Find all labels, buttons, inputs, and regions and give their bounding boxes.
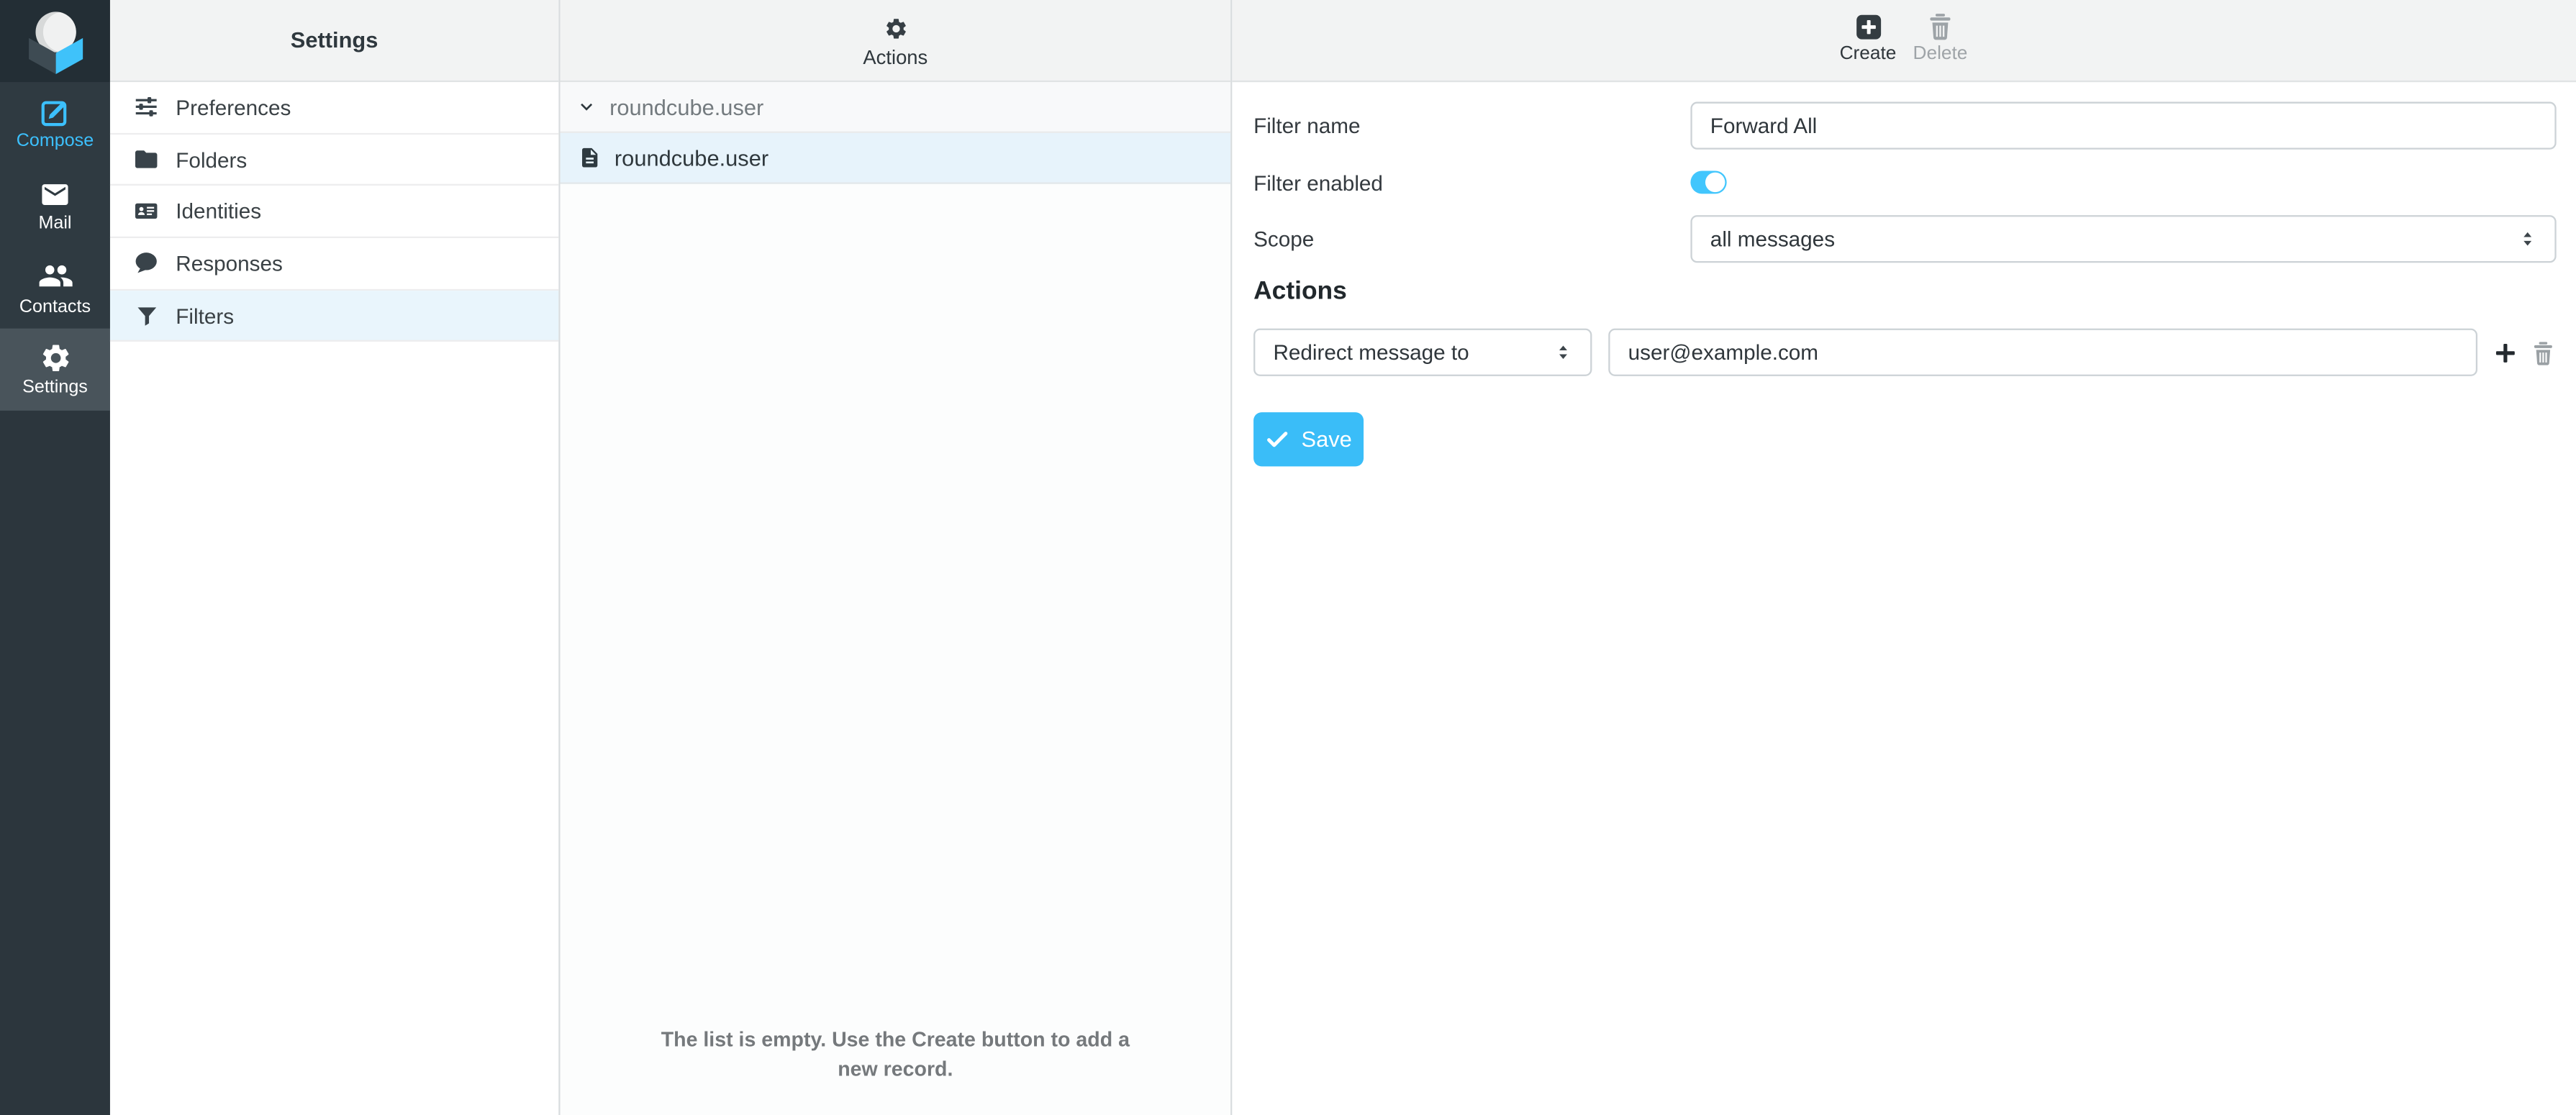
plus-square-icon xyxy=(1854,12,1882,41)
task-item-label: Contacts xyxy=(19,299,91,317)
filter-name-input[interactable] xyxy=(1690,102,2556,150)
save-label: Save xyxy=(1302,427,1352,452)
nav-item-label: Filters xyxy=(176,303,234,327)
delete-button[interactable]: Delete xyxy=(1904,12,1976,65)
actions-section-heading: Actions xyxy=(1253,278,2557,307)
create-label: Create xyxy=(1840,46,1897,65)
chevron-down-icon xyxy=(575,95,598,118)
compose-icon xyxy=(39,95,72,128)
filter-sets-title: Actions xyxy=(863,45,928,68)
gear-icon xyxy=(883,16,907,40)
nav-item-folders[interactable]: Folders xyxy=(110,135,558,186)
nav-item-identities[interactable]: Identities xyxy=(110,186,558,238)
task-item-mail[interactable]: Mail xyxy=(0,164,110,246)
filter-enabled-toggle[interactable] xyxy=(1690,170,1726,194)
action-row: Redirect message to xyxy=(1253,329,2557,376)
settings-nav-header: Settings xyxy=(110,0,558,82)
filter-set-row[interactable]: roundcube.user xyxy=(561,82,1231,133)
settings-nav-column: Settings Preferences Folders xyxy=(110,0,561,1115)
plus-icon xyxy=(2493,339,2519,365)
task-item-compose[interactable]: Compose xyxy=(0,82,110,164)
action-type-select[interactable]: Redirect message to xyxy=(1253,329,1592,376)
folder-icon xyxy=(133,146,160,173)
scope-select[interactable]: all messages xyxy=(1690,215,2556,263)
app-logo[interactable] xyxy=(0,0,110,82)
filter-form: Filter name Filter enabled Scope all mes… xyxy=(1232,82,2576,466)
nav-item-responses[interactable]: Responses xyxy=(110,238,558,290)
add-action-button[interactable] xyxy=(2493,339,2519,365)
sliders-icon xyxy=(133,94,160,121)
settings-nav-title: Settings xyxy=(291,28,378,53)
scope-select-value: all messages xyxy=(1710,227,1835,251)
nav-item-label: Identities xyxy=(176,199,261,224)
task-item-contacts[interactable]: Contacts xyxy=(0,246,110,328)
filter-file-label: roundcube.user xyxy=(614,145,768,170)
nav-item-preferences[interactable]: Preferences xyxy=(110,82,558,134)
updown-caret-icon xyxy=(2517,228,2539,250)
mail-icon xyxy=(40,178,71,209)
speech-bubble-icon xyxy=(133,250,160,277)
empty-list-message: The list is empty. Use the Create button… xyxy=(639,1024,1151,1084)
filter-enabled-label: Filter enabled xyxy=(1253,170,1690,194)
updown-caret-icon xyxy=(1553,342,1574,363)
task-item-label: Settings xyxy=(22,379,88,397)
settings-gear-icon xyxy=(39,342,72,375)
filter-set-label: roundcube.user xyxy=(609,94,763,119)
remove-action-button[interactable] xyxy=(2530,339,2557,365)
toggle-knob xyxy=(1705,173,1725,192)
nav-item-label: Preferences xyxy=(176,95,291,119)
filter-sets-header: Actions xyxy=(561,0,1231,82)
action-target-input[interactable] xyxy=(1608,329,2477,376)
contacts-icon xyxy=(37,258,73,293)
task-item-settings[interactable]: Settings xyxy=(0,329,110,411)
funnel-icon xyxy=(133,303,160,327)
task-item-label: Compose xyxy=(17,133,94,151)
trash-icon xyxy=(2530,339,2557,365)
roundcube-logo-icon xyxy=(19,6,91,76)
check-icon xyxy=(1265,427,1289,452)
create-button[interactable]: Create xyxy=(1832,12,1904,65)
id-card-icon xyxy=(133,197,160,225)
nav-item-label: Responses xyxy=(176,251,283,276)
task-menu: Compose Mail Contacts xyxy=(0,0,110,1115)
nav-item-filters[interactable]: Filters xyxy=(110,291,558,342)
task-menu-items: Compose Mail Contacts xyxy=(0,82,110,411)
delete-label: Delete xyxy=(1913,46,1968,65)
filter-form-column: Create Delete Filter name xyxy=(1232,0,2576,1115)
scope-label: Scope xyxy=(1253,227,1690,251)
filter-sets-column: Actions roundcube.user roundcube.user Th… xyxy=(561,0,1233,1115)
filter-file-row[interactable]: roundcube.user xyxy=(561,133,1231,184)
filter-name-label: Filter name xyxy=(1253,114,1690,138)
nav-item-label: Folders xyxy=(176,147,247,171)
action-type-value: Redirect message to xyxy=(1273,340,1469,365)
file-icon xyxy=(579,146,602,169)
trash-icon xyxy=(1926,12,1955,41)
save-button[interactable]: Save xyxy=(1253,412,1364,466)
form-toolbar: Create Delete xyxy=(1232,0,2576,82)
roundcube-settings-window: Compose Mail Contacts xyxy=(0,0,2576,1115)
task-item-label: Mail xyxy=(38,214,71,232)
